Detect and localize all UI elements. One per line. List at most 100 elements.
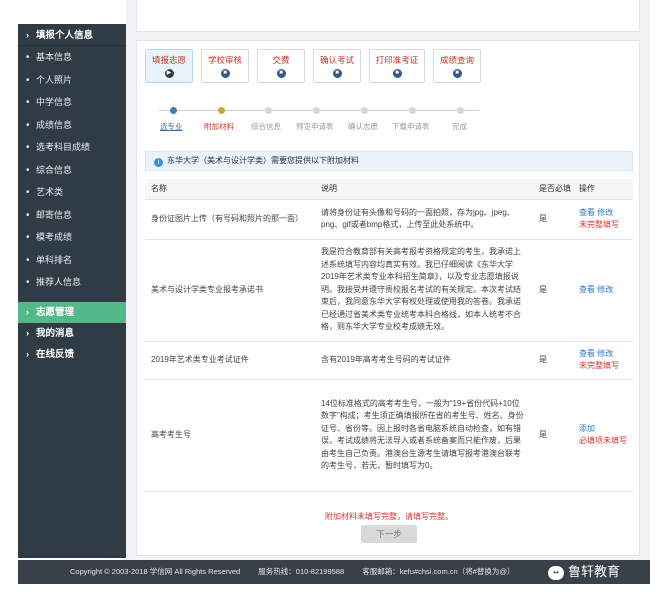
tab-school-review[interactable]: 学校审核 ■ [201, 49, 249, 83]
bullet-icon: • [26, 277, 30, 288]
circle-icon: ■ [220, 69, 230, 78]
sidebar-section-messages[interactable]: › 我的消息 [18, 323, 126, 344]
material-desc: 含有2019年高考考生号码的考试证件 [315, 341, 533, 380]
bullet-icon: • [26, 187, 30, 198]
sidebar-item-label: 成绩信息 [36, 119, 73, 130]
status-warning: 必填项未填写 [579, 436, 627, 445]
material-name: 身份证图片上传（有号码和照片的那一面） [145, 199, 315, 240]
submit-warning: 附加材料未填写完整，请填写完整。 [325, 512, 453, 521]
material-desc: 我是符合教育部有关高考报考资格规定的考生，我承诺上述系统填写内容均真实有效。我已… [315, 239, 533, 342]
sidebar-item-elective-scores[interactable]: • 选考科目成绩 [18, 136, 126, 159]
row-actions: 查看 修改 [573, 239, 633, 342]
sidebar-header[interactable]: › 填报个人信息 [18, 24, 126, 46]
tab-confirm-exam[interactable]: 确认考试 ■ [313, 49, 361, 83]
step-dot [457, 107, 464, 114]
bullet-icon: • [26, 254, 30, 266]
chevron-right-icon: › [26, 306, 30, 318]
column-header: 操作 [573, 179, 633, 200]
view-edit-link[interactable]: 查看 修改 [579, 349, 613, 358]
sidebar-item-general-info[interactable]: • 综合信息 [18, 159, 126, 182]
bullet-icon: • [26, 97, 30, 108]
bullet-icon: • [26, 52, 30, 63]
required-flag: 是 [533, 379, 573, 492]
step-label-confirm: 确认志愿 [348, 122, 378, 131]
tab-payment[interactable]: 交费 ■ [257, 49, 305, 83]
material-name: 2019年艺术类专业考试证件 [145, 341, 315, 380]
view-edit-link[interactable]: 查看 修改 [579, 285, 613, 294]
table-row: 高考考生号 14位标准格式的高考考生号，一般为“19+省份代码+10位数字”构成… [145, 379, 633, 492]
next-step-button[interactable]: 下一步 [361, 525, 417, 543]
column-header: 说明 [315, 179, 533, 200]
sidebar-item-photo[interactable]: • 个人照片 [18, 69, 126, 92]
sidebar-section-feedback[interactable]: › 在线反馈 [18, 344, 126, 365]
chevron-right-icon: › [26, 348, 30, 360]
table-header-row: 名称 说明 是否必填 操作 [145, 179, 633, 200]
table-row: 身份证图片上传（有号码和照片的那一面） 请将身份证有头像和号码的一面拍照，存为j… [145, 199, 633, 240]
tab-label: 填报志愿 [151, 55, 186, 65]
sidebar-section-label: 志愿管理 [36, 306, 75, 318]
progress-steps: 选专业 附加材料 综合信息 预览申请表 确认志愿 下载申请表 完成 [151, 101, 491, 131]
sidebar-item-label: 基本信息 [36, 52, 73, 62]
sidebar-item-subject-rank[interactable]: • 单科排名 [18, 249, 126, 272]
material-desc: 14位标准格式的高考考生号，一般为“19+省份代码+10位数字”构成；考生须正确… [315, 379, 533, 492]
step-label-general-info: 综合信息 [251, 122, 281, 131]
step-dot [361, 107, 368, 114]
sidebar-item-label: 模考成绩 [36, 232, 73, 242]
material-name: 高考考生号 [145, 379, 315, 492]
circle-icon: ■ [332, 69, 342, 78]
step-dot [170, 107, 177, 114]
footer-email: 客服邮箱：kefu#chsi.com.cn（将#替换为@） [362, 567, 515, 576]
sidebar-item-label: 中学信息 [36, 97, 73, 107]
row-actions: 添加 必填项未填写 [573, 379, 633, 492]
sidebar-item-label: 邮寄信息 [36, 209, 73, 220]
footer-copyright: Copyright © 2003-2018 学信网 All Rights Res… [70, 567, 241, 576]
step-dot [265, 107, 272, 114]
sidebar-item-school[interactable]: • 中学信息 [18, 91, 126, 114]
table-row: 2019年艺术类专业考试证件 含有2019年高考考生号码的考试证件 是 查看 修… [145, 341, 633, 380]
sidebar-item-mock-scores[interactable]: • 模考成绩 [18, 226, 126, 249]
step-label-materials: 附加材料 [204, 122, 234, 131]
wechat-icon: •• [548, 566, 564, 580]
tab-label: 打印准考证 [375, 55, 419, 65]
top-card [136, 0, 640, 32]
column-header: 名称 [145, 179, 315, 200]
watermark-text: 鲁轩教育 [568, 564, 621, 579]
tab-label: 确认考试 [319, 55, 354, 65]
info-icon: i [154, 158, 163, 167]
bullet-icon: • [26, 232, 30, 243]
content-panel: 填报志愿 ▶ 学校审核 ■ 交费 ■ 确认考试 ■ 打印准考证 ■ 成绩查询 ■ [136, 40, 640, 556]
sidebar-item-scores[interactable]: • 成绩信息 [18, 114, 126, 137]
sidebar-header-label: 填报个人信息 [36, 30, 94, 41]
sidebar-section-applications[interactable]: › 志愿管理 [18, 301, 126, 323]
footer-hotline: 服务热线：010-82199588 [258, 567, 345, 576]
view-edit-link[interactable]: 查看 修改 [579, 208, 613, 217]
play-icon: ▶ [164, 69, 174, 78]
sidebar-item-basic-info[interactable]: • 基本信息 [18, 46, 126, 69]
notice-text: 东华大学（美术与设计学类）需要您提供以下附加材料 [167, 156, 359, 165]
material-name: 美术与设计学类专业报考承诺书 [145, 239, 315, 342]
bullet-icon: • [26, 164, 30, 176]
chevron-right-icon: › [26, 327, 30, 339]
sidebar-item-referee[interactable]: • 推荐人信息 [18, 271, 126, 294]
step-label-done: 完成 [452, 122, 467, 131]
add-link[interactable]: 添加 [579, 424, 595, 433]
row-actions: 查看 修改 未完整填写 [573, 199, 633, 240]
required-flag: 是 [533, 341, 573, 380]
step-label-select-major[interactable]: 选专业 [160, 121, 183, 132]
watermark: •• 鲁轩教育 [548, 560, 620, 584]
bullet-icon: • [26, 209, 30, 221]
sidebar-item-arts[interactable]: • 艺术类 [18, 181, 126, 204]
sidebar-item-mailing[interactable]: • 邮寄信息 [18, 204, 126, 227]
tab-label: 交费 [272, 55, 290, 65]
sidebar-item-label: 单科排名 [36, 254, 73, 265]
tab-apply[interactable]: 填报志愿 ▶ [145, 49, 193, 83]
table-row: 美术与设计学类专业报考承诺书 我是符合教育部有关高考报考资格规定的考生，我承诺上… [145, 239, 633, 342]
tab-print-admission[interactable]: 打印准考证 ■ [369, 49, 425, 83]
tab-label: 成绩查询 [439, 55, 474, 65]
tab-score-query[interactable]: 成绩查询 ■ [433, 49, 481, 83]
step-dot [218, 107, 225, 114]
chevron-right-icon: › [26, 30, 29, 40]
sidebar: › 填报个人信息 • 基本信息 • 个人照片 • 中学信息 • 成绩信息 • 选考科目成绩 … [18, 24, 126, 558]
sidebar-section-label: 我的消息 [36, 327, 75, 339]
step-label-preview: 预览申请表 [296, 122, 334, 131]
